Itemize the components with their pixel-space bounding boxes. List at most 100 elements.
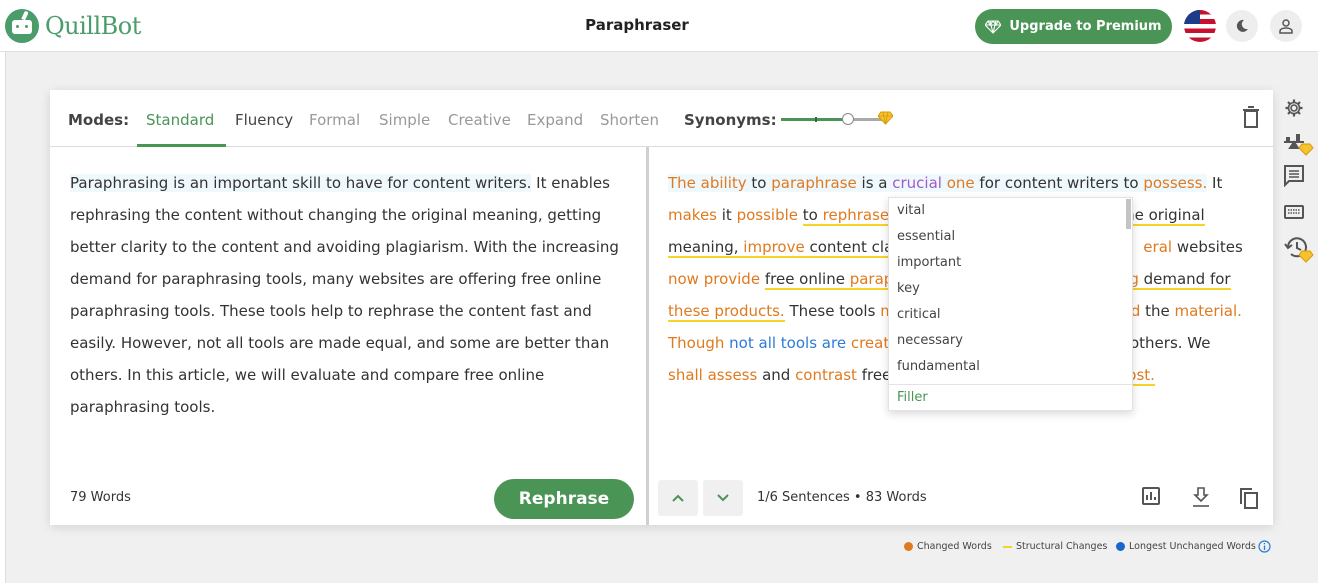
synonym-option[interactable]: vital	[897, 203, 925, 218]
unchanged-words: not all tools are	[729, 334, 847, 352]
synonym-option[interactable]: essential	[897, 229, 955, 244]
changed-word[interactable]: possible	[737, 206, 798, 224]
language-flag-us[interactable]	[1184, 10, 1216, 42]
output-text-run: meaning,	[668, 238, 739, 256]
output-text-run: and	[757, 366, 796, 384]
panel-divider[interactable]	[646, 147, 649, 525]
changed-word[interactable]: Though	[668, 334, 724, 352]
rephrase-button[interactable]: Rephrase	[494, 479, 634, 519]
legend-unchanged-label: Longest Unchanged Words	[1129, 541, 1256, 552]
synonym-option[interactable]: critical	[897, 307, 941, 322]
synonym-option[interactable]: important	[897, 255, 961, 270]
output-text-run: is a	[856, 174, 893, 192]
previous-sentence-button[interactable]	[658, 480, 698, 516]
active-mode-indicator	[137, 144, 226, 147]
account-button[interactable]	[1270, 10, 1302, 42]
changed-word[interactable]: contrast	[795, 366, 857, 384]
output-text-run: free	[856, 366, 892, 384]
changed-word[interactable]: creat	[851, 334, 889, 352]
changed-word[interactable]: possess.	[1143, 174, 1207, 192]
upgrade-label: Upgrade to Premium	[1009, 19, 1162, 34]
output-text-run: for content writers to	[974, 174, 1144, 192]
synonym-option[interactable]: necessary	[897, 333, 963, 348]
synonyms-label: Synonyms:	[684, 111, 777, 129]
trash-icon[interactable]	[1242, 106, 1260, 128]
changed-word[interactable]: now provide	[668, 270, 760, 288]
legend-structural: Structural Changes	[1003, 541, 1107, 552]
output-text-run: it	[717, 206, 737, 224]
changed-word[interactable]: eral	[1143, 238, 1172, 256]
keyboard-icon[interactable]	[1284, 205, 1304, 219]
output-text-run: free online	[764, 270, 850, 288]
changed-word[interactable]: The ability	[668, 174, 747, 192]
changed-word[interactable]: rephrase	[823, 206, 890, 224]
dark-mode-toggle[interactable]	[1226, 10, 1258, 42]
changed-word[interactable]: these products.	[668, 302, 785, 322]
feedback-icon[interactable]	[1284, 165, 1304, 187]
output-text-run: others. We	[1125, 334, 1211, 352]
changed-word[interactable]: makes	[668, 206, 717, 224]
dropdown-scrollbar[interactable]	[1126, 199, 1131, 229]
output-stats: 1/6 Sentences • 83 Words	[757, 490, 927, 505]
history-icon[interactable]	[1284, 235, 1314, 263]
chevron-up-icon	[672, 494, 684, 502]
legend-changed: Changed Words	[904, 541, 992, 552]
moon-icon	[1236, 19, 1248, 32]
mode-formal[interactable]: Formal	[309, 111, 360, 129]
output-text-run: demand for	[1138, 270, 1231, 288]
input-text[interactable]: Paraphrasing is an important skill to ha…	[70, 167, 630, 423]
legend-changed-label: Changed Words	[917, 541, 992, 552]
mode-standard[interactable]: Standard	[146, 111, 214, 129]
dropdown-separator	[889, 384, 1132, 385]
input-sentence-highlighted: Paraphrasing is an important skill to ha…	[70, 174, 532, 192]
mode-creative[interactable]: Creative	[448, 111, 511, 129]
legend-unchanged: Longest Unchanged Words	[1116, 541, 1256, 552]
selected-word-crucial[interactable]: crucial	[892, 174, 942, 192]
next-sentence-button[interactable]	[703, 480, 743, 516]
synonym-option[interactable]: fundamental	[897, 359, 980, 374]
left-rail	[0, 52, 6, 583]
changed-word[interactable]: parap	[850, 270, 894, 288]
changed-word[interactable]: paraphrase	[771, 174, 857, 192]
mode-simple[interactable]: Simple	[379, 111, 430, 129]
upgrade-premium-button[interactable]: Upgrade to Premium	[975, 9, 1172, 44]
synonym-option[interactable]: key	[897, 281, 920, 296]
chevron-down-icon	[717, 494, 729, 502]
input-word-count: 79 Words	[70, 490, 131, 505]
changed-word[interactable]: one	[947, 174, 975, 192]
output-word-count: 83 Words	[865, 490, 927, 505]
download-icon[interactable]	[1192, 487, 1210, 507]
sentence-counter: 1/6 Sentences	[757, 490, 850, 505]
top-bar: QuillBot Paraphraser Upgrade to Premium	[0, 0, 1318, 52]
changed-word[interactable]: material.	[1175, 302, 1242, 320]
mode-fluency[interactable]: Fluency	[235, 111, 293, 129]
output-text-run: the	[1140, 302, 1175, 320]
output-text-run: content cla	[804, 238, 894, 256]
output-text-run: to	[802, 206, 823, 224]
output-text-run: websites	[1172, 238, 1243, 256]
structural-change: he original	[1125, 206, 1205, 226]
copy-icon[interactable]	[1239, 487, 1259, 509]
premium-gem-icon	[878, 111, 893, 125]
slider-thumb[interactable]	[842, 113, 854, 125]
legend-structural-label: Structural Changes	[1016, 541, 1108, 552]
output-text-run: It	[1207, 174, 1223, 192]
synonym-dropdown: vital essential important key critical n…	[888, 197, 1133, 411]
output-text-run: to	[746, 174, 772, 192]
mode-shorten[interactable]: Shorten	[600, 111, 659, 129]
user-icon	[1279, 19, 1293, 34]
settings-icon[interactable]	[1284, 98, 1304, 118]
synonyms-slider[interactable]	[781, 111, 893, 126]
diamond-icon	[985, 19, 1002, 34]
statistics-icon[interactable]	[1142, 487, 1160, 505]
compare-modes-icon[interactable]	[1284, 132, 1314, 156]
modes-label: Modes:	[68, 111, 130, 129]
mode-expand[interactable]: Expand	[527, 111, 583, 129]
input-sentence-rest: It enables rephrasing the content withou…	[70, 174, 619, 416]
output-text-run: These tools	[784, 302, 881, 320]
changed-word[interactable]: shall assess	[668, 366, 757, 384]
changed-word[interactable]: improve	[743, 238, 804, 256]
filler-option[interactable]: Filler	[897, 390, 928, 405]
info-icon[interactable]	[1258, 540, 1271, 553]
modes-bar: Modes: Standard Fluency Formal Simple Cr…	[50, 90, 1273, 147]
